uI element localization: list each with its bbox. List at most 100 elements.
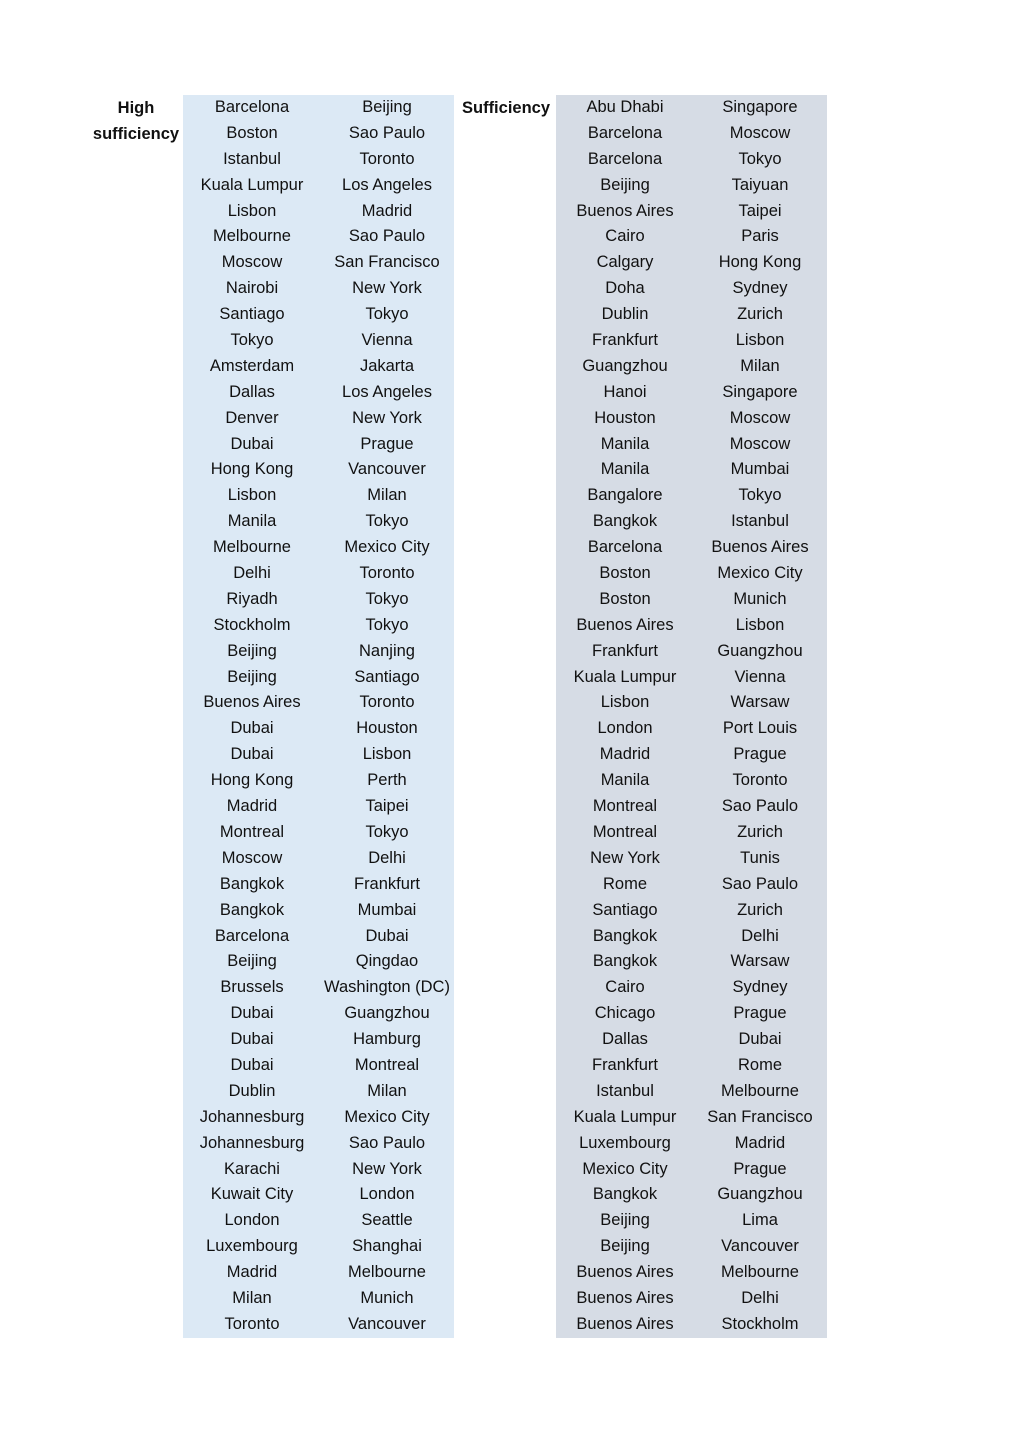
- city-cell: Frankfurt: [591, 331, 659, 350]
- city-cell: Amsterdam: [209, 356, 295, 375]
- city-cell: Santiago: [219, 305, 285, 324]
- city-cell: Hanoi: [603, 382, 647, 401]
- high-sufficiency-label: High sufficiency: [86, 95, 186, 147]
- city-cell: Madrid: [226, 797, 278, 816]
- city-cell: Warsaw: [730, 693, 790, 712]
- city-cell: Los Angeles: [342, 382, 432, 401]
- city-cell: Mumbai: [730, 460, 790, 479]
- city-cell: Buenos Aires: [576, 1288, 674, 1307]
- city-cell: Toronto: [732, 771, 788, 790]
- city-cell: Barcelona: [587, 538, 663, 557]
- city-cell: Nairobi: [225, 279, 279, 298]
- city-cell: Tunis: [740, 848, 780, 867]
- city-cell: Singapore: [722, 98, 798, 116]
- city-cell: Bangkok: [592, 1185, 658, 1204]
- city-cell: Chicago: [594, 1004, 656, 1023]
- city-cell: Denver: [225, 408, 279, 427]
- city-cell: Kuala Lumpur: [573, 1107, 677, 1126]
- city-cell: Vancouver: [348, 1314, 426, 1333]
- city-cell: Houston: [594, 408, 656, 427]
- city-cell: Dubai: [230, 745, 274, 764]
- city-cell: Bangkok: [592, 512, 658, 531]
- city-cell: Prague: [733, 1004, 787, 1023]
- city-cell: Zurich: [737, 900, 783, 919]
- city-cell: Istanbul: [223, 149, 281, 168]
- city-cell: Vienna: [361, 331, 413, 350]
- city-cell: Houston: [356, 719, 418, 738]
- city-cell: Sydney: [732, 279, 788, 298]
- city-cell: New York: [352, 1159, 422, 1178]
- city-cell: Jakarta: [359, 356, 415, 375]
- city-cell: Santiago: [354, 667, 420, 686]
- city-cell: Boston: [599, 564, 651, 583]
- city-cell: Barcelona: [214, 926, 290, 945]
- city-cell: Prague: [733, 1159, 787, 1178]
- city-cell: Beijing: [600, 175, 650, 194]
- city-cell: Munich: [360, 1288, 414, 1307]
- city-cell: Shanghai: [352, 1237, 422, 1256]
- city-cell: Guangzhou: [717, 641, 803, 660]
- city-cell: Zurich: [737, 305, 783, 324]
- city-cell: Milan: [367, 1081, 407, 1100]
- city-cell: Zurich: [737, 822, 783, 841]
- city-cell: Montreal: [219, 822, 285, 841]
- city-cell: Buenos Aires: [576, 615, 674, 634]
- sufficiency-origin-column: Abu Dhabi Barcelona Barcelona Beijing Buenos…: [557, 95, 693, 1338]
- city-cell: Sao Paulo: [348, 123, 426, 142]
- city-cell: Sydney: [732, 978, 788, 997]
- city-cell: Guangzhou: [344, 1004, 430, 1023]
- city-cell: Guangzhou: [717, 1185, 803, 1204]
- city-cell: Mexico City: [717, 564, 803, 583]
- city-cell: Sao Paulo: [348, 1133, 426, 1152]
- city-cell: Cairo: [605, 227, 645, 246]
- city-cell: Johannesburg: [199, 1107, 305, 1126]
- city-cell: Dallas: [602, 1030, 648, 1049]
- city-cell: Boston: [226, 123, 278, 142]
- city-cell: Manila: [227, 512, 277, 531]
- city-cell: Paris: [741, 227, 779, 246]
- city-cell: Barcelona: [587, 123, 663, 142]
- city-cell: Montreal: [592, 797, 658, 816]
- city-cell: Lisbon: [600, 693, 650, 712]
- city-cell: Tokyo: [365, 822, 409, 841]
- city-cell: Toronto: [359, 693, 415, 712]
- city-cell: Stockholm: [721, 1314, 799, 1333]
- city-cell: Barcelona: [214, 98, 290, 116]
- city-cell: Dallas: [229, 382, 275, 401]
- city-cell: Rome: [737, 1055, 782, 1074]
- city-cell: Tokyo: [738, 486, 782, 505]
- sufficiency-label: Sufficiency: [456, 95, 556, 121]
- city-cell: Dubai: [230, 1004, 274, 1023]
- city-cell: Delhi: [741, 926, 779, 945]
- city-cell: Kuala Lumpur: [200, 175, 304, 194]
- city-cell: Lisbon: [227, 201, 277, 220]
- city-cell: San Francisco: [334, 253, 440, 272]
- city-cell: Beijing: [362, 98, 412, 116]
- city-cell: Manila: [600, 460, 650, 479]
- city-cell: Madrid: [226, 1263, 278, 1282]
- city-cell: Cairo: [605, 978, 645, 997]
- city-cell: Beijing: [600, 1211, 650, 1230]
- city-cell: Bangkok: [219, 900, 285, 919]
- city-cell: Toronto: [359, 564, 415, 583]
- city-cell: New York: [352, 279, 422, 298]
- city-cell: Kuala Lumpur: [573, 667, 677, 686]
- city-cell: Beijing: [227, 952, 277, 971]
- city-cell: San Francisco: [707, 1107, 813, 1126]
- city-cell: Los Angeles: [342, 175, 432, 194]
- high-sufficiency-label-line-2: sufficiency: [92, 125, 180, 143]
- city-cell: Tokyo: [230, 331, 274, 350]
- city-cell: Mexico City: [582, 1159, 668, 1178]
- city-cell: Dublin: [228, 1081, 276, 1100]
- city-cell: Hong Kong: [210, 771, 294, 790]
- city-cell: Dublin: [601, 305, 649, 324]
- city-cell: Abu Dhabi: [586, 98, 664, 116]
- city-cell: Mexico City: [344, 538, 430, 557]
- city-cell: Qingdao: [355, 952, 419, 971]
- city-cell: Buenos Aires: [203, 693, 301, 712]
- city-cell: Prague: [733, 745, 787, 764]
- city-cell: Lisbon: [362, 745, 412, 764]
- city-cell: Hamburg: [353, 1030, 421, 1049]
- city-cell: Delhi: [741, 1288, 779, 1307]
- city-cell: Dubai: [230, 719, 274, 738]
